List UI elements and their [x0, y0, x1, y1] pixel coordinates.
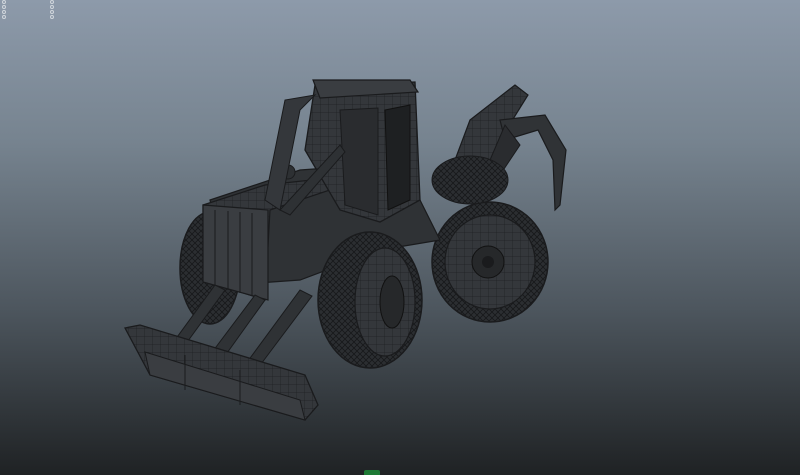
3d-viewport[interactable]	[0, 0, 800, 475]
origin-axis-marker	[364, 470, 380, 475]
skidder-model[interactable]	[0, 0, 800, 475]
front-right-wheel[interactable]	[317, 231, 423, 369]
rear-right-wheel[interactable]	[431, 155, 549, 323]
operator-cab[interactable]	[264, 79, 421, 223]
